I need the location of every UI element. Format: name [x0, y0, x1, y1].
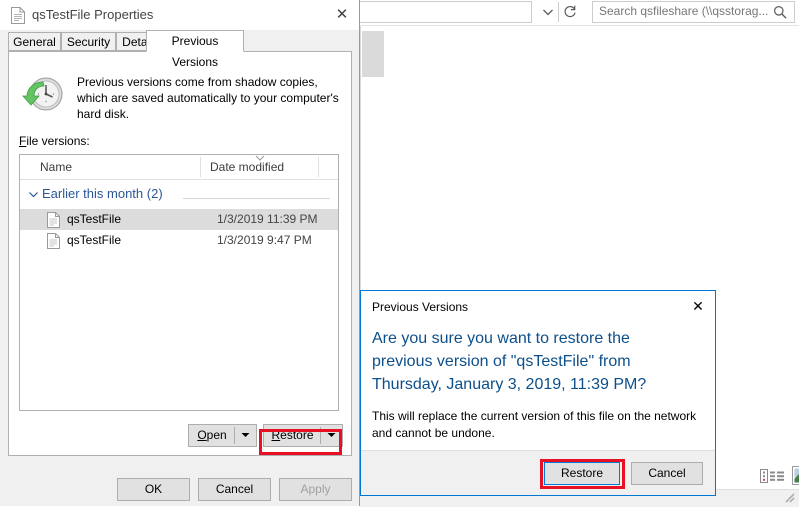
open-button-label: Open: [189, 425, 235, 446]
refresh-icon[interactable]: [560, 3, 580, 21]
ok-button[interactable]: OK: [117, 478, 190, 501]
list-group-header[interactable]: Earlier this month (2): [20, 183, 338, 209]
file-icon: [47, 212, 60, 228]
selected-file-block[interactable]: [362, 31, 384, 77]
file-versions-label: File versions:: [19, 134, 90, 148]
chevron-down-icon[interactable]: [28, 189, 39, 203]
clock-restore-icon: [21, 70, 69, 118]
resize-grip-icon[interactable]: [784, 492, 796, 504]
chevron-down-icon[interactable]: [321, 425, 342, 446]
confirm-restore-button[interactable]: Restore: [544, 462, 620, 485]
tab-strip: General Security Details Previous Versio…: [0, 30, 359, 51]
info-text: Previous versions come from shadow copie…: [77, 74, 339, 122]
address-bar[interactable]: [360, 1, 532, 23]
close-icon[interactable]: ✕: [683, 293, 713, 319]
table-row[interactable]: qsTestFile 1/3/2019 9:47 PM: [20, 230, 338, 251]
column-divider: [200, 157, 201, 177]
confirm-dialog-footer: Restore Cancel: [361, 450, 715, 495]
page-title: qsTestFile Properties: [32, 7, 153, 22]
file-name: qsTestFile: [67, 233, 121, 247]
open-button[interactable]: Open: [188, 424, 257, 447]
group-label: Earlier this month (2): [42, 186, 163, 201]
toolbar-divider: [558, 2, 559, 22]
file-icon: [47, 233, 60, 249]
group-divider: [183, 198, 330, 199]
confirm-dialog: Previous Versions ✕ Are you sure you wan…: [360, 290, 716, 496]
cancel-button[interactable]: Cancel: [198, 478, 271, 501]
file-date-modified: 1/3/2019 11:39 PM: [217, 212, 318, 226]
previous-versions-panel: Previous versions come from shadow copie…: [8, 51, 352, 456]
confirm-cancel-button[interactable]: Cancel: [631, 462, 703, 485]
properties-dialog: qsTestFile Properties ✕ General Security…: [0, 0, 360, 506]
column-header-date-modified[interactable]: Date modified: [210, 160, 284, 174]
apply-button: Apply: [279, 478, 352, 501]
explorer-toolbar: Search qsfileshare (\\qsstorag...: [360, 0, 799, 25]
details-view-icon[interactable]: [760, 469, 786, 483]
restore-button-label: Restore: [264, 425, 321, 446]
table-row[interactable]: qsTestFile 1/3/2019 11:39 PM: [20, 209, 338, 230]
confirm-dialog-sub-text: This will replace the current version of…: [372, 408, 698, 442]
tab-general[interactable]: General: [8, 32, 61, 51]
toolbar-separator: [360, 25, 799, 26]
close-icon[interactable]: ✕: [330, 4, 354, 26]
chevron-down-icon[interactable]: [540, 4, 556, 20]
file-icon: [11, 7, 25, 24]
file-name: qsTestFile: [67, 212, 121, 226]
restore-button[interactable]: Restore: [263, 424, 343, 447]
tab-security[interactable]: Security: [61, 32, 116, 51]
confirm-dialog-main-text: Are you sure you want to restore the pre…: [372, 327, 692, 396]
properties-title-bar[interactable]: qsTestFile Properties ✕: [0, 0, 359, 30]
list-header: Name Date modified: [20, 155, 338, 180]
column-header-name[interactable]: Name: [40, 160, 72, 174]
column-divider: [318, 157, 319, 177]
large-icons-view-icon[interactable]: [792, 466, 799, 485]
file-versions-list[interactable]: Name Date modified Earlier this month (2…: [19, 154, 339, 411]
tab-previous-versions[interactable]: Previous Versions: [146, 30, 244, 52]
file-date-modified: 1/3/2019 9:47 PM: [217, 233, 312, 247]
search-icon[interactable]: [772, 4, 788, 20]
confirm-dialog-title: Previous Versions: [372, 300, 468, 314]
chevron-down-icon[interactable]: [235, 425, 256, 446]
search-placeholder: Search qsfileshare (\\qsstorag...: [599, 4, 768, 18]
